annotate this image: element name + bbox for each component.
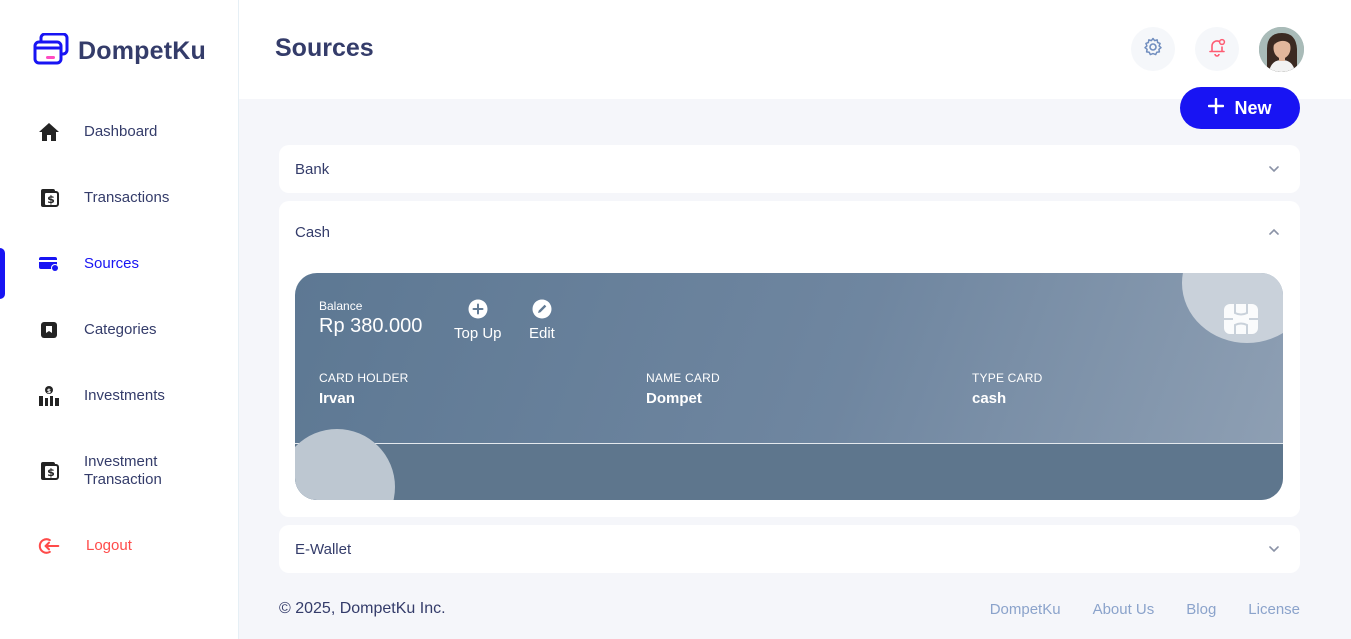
plus-circle-icon: [468, 299, 488, 323]
edit-label: Edit: [529, 325, 555, 342]
bookmark-icon: [38, 319, 60, 341]
brand-name: DompetKu: [78, 37, 206, 65]
credit-card-icon: [38, 253, 60, 275]
chevron-down-icon: [1268, 160, 1280, 178]
logout-icon: [38, 535, 60, 557]
card-holder-field: CARD HOLDER Irvan: [319, 371, 409, 407]
investment-icon: $: [38, 385, 60, 407]
top-up-button[interactable]: Top Up: [454, 299, 502, 342]
sidebar-item-label: Dashboard: [84, 123, 158, 140]
home-icon: [38, 121, 60, 143]
accordion-title: E-Wallet: [295, 540, 352, 558]
accordion-title: Cash: [295, 223, 331, 241]
card-type-field: TYPE CARD cash: [972, 371, 1042, 407]
sidebar-item-label: Investment Transaction: [84, 453, 162, 488]
footer-link-blog[interactable]: Blog: [1186, 601, 1216, 618]
sidebar-item-dashboard[interactable]: Dashboard: [0, 99, 238, 165]
footer-link-dompetku[interactable]: DompetKu: [990, 601, 1061, 618]
sidebar-item-label: Transactions: [84, 189, 170, 206]
footer: © 2025, DompetKu Inc. DompetKu About Us …: [279, 600, 1300, 618]
sidebar-item-label: Investments: [84, 387, 165, 404]
logout-label: Logout: [86, 537, 132, 554]
main-content: New Bank Cash Balance Rp 380.000 Top Up …: [239, 87, 1340, 639]
accordion-cash: Cash Balance Rp 380.000 Top Up Edit CARD…: [279, 201, 1300, 517]
card-type-value: cash: [972, 390, 1007, 407]
card-name-value: Dompet: [646, 390, 702, 407]
bell-icon: [1207, 37, 1227, 62]
sidebar-nav: Dashboard $ Transactions Sources Categor…: [0, 99, 238, 579]
card-holder-label: CARD HOLDER: [319, 371, 409, 385]
new-button-label: New: [1234, 97, 1272, 118]
accordion-header-ewallet[interactable]: E-Wallet: [279, 525, 1300, 573]
card-name-field: NAME CARD Dompet: [646, 371, 720, 407]
sidebar-item-label: Categories: [84, 321, 157, 338]
footer-links: DompetKu About Us Blog License: [990, 601, 1300, 618]
gear-icon: [1143, 37, 1163, 62]
brand[interactable]: DompetKu: [33, 32, 206, 70]
notification-button[interactable]: [1195, 27, 1239, 71]
settings-button[interactable]: [1131, 27, 1175, 71]
copyright: © 2025, DompetKu Inc.: [279, 600, 446, 617]
page-title: Sources: [275, 34, 374, 62]
logout-button[interactable]: Logout: [0, 513, 238, 579]
footer-link-license[interactable]: License: [1248, 601, 1300, 618]
svg-text:$: $: [47, 193, 55, 206]
avatar[interactable]: [1259, 27, 1304, 72]
top-header: Sources: [239, 0, 1351, 99]
card-type-label: TYPE CARD: [972, 371, 1043, 385]
card-chip-icon: [1223, 303, 1259, 340]
card-footer-strip: [295, 443, 1283, 500]
accordion-bank: Bank: [279, 145, 1300, 193]
wallet-logo-icon: [33, 32, 69, 70]
balance-label: Balance: [319, 299, 363, 313]
transaction-icon: $: [38, 460, 60, 482]
transaction-icon: $: [38, 187, 60, 209]
svg-text:$: $: [47, 466, 55, 479]
pencil-icon: [532, 299, 552, 323]
svg-text:$: $: [47, 388, 51, 395]
edit-button[interactable]: Edit: [529, 299, 555, 342]
accordion-header-bank[interactable]: Bank: [279, 145, 1300, 193]
top-up-label: Top Up: [454, 325, 502, 342]
source-card: Balance Rp 380.000 Top Up Edit CARD HOLD…: [295, 273, 1283, 500]
sidebar-item-investment-transaction[interactable]: $ Investment Transaction: [0, 429, 238, 513]
accordion-title: Bank: [295, 160, 330, 178]
sidebar-item-categories[interactable]: Categories: [0, 297, 238, 363]
sidebar-item-sources[interactable]: Sources: [0, 231, 238, 299]
card-name-label: NAME CARD: [646, 371, 720, 385]
footer-link-about-us[interactable]: About Us: [1093, 601, 1155, 618]
new-source-button[interactable]: New: [1180, 87, 1300, 129]
plus-icon: [1208, 97, 1225, 119]
sidebar-item-transactions[interactable]: $ Transactions: [0, 165, 238, 231]
card-holder-value: Irvan: [319, 390, 355, 407]
accordion-ewallet: E-Wallet: [279, 525, 1300, 573]
sidebar-item-investments[interactable]: $ Investments: [0, 363, 238, 429]
chevron-up-icon: [1268, 223, 1280, 241]
balance-value: Rp 380.000: [319, 315, 423, 337]
chevron-down-icon: [1268, 540, 1280, 558]
sidebar: DompetKu Dashboard $ Transactions Source…: [0, 0, 239, 639]
card-decor-circle: [295, 429, 395, 500]
accordion-header-cash[interactable]: Cash: [279, 201, 1300, 263]
sidebar-item-label: Sources: [84, 255, 140, 272]
